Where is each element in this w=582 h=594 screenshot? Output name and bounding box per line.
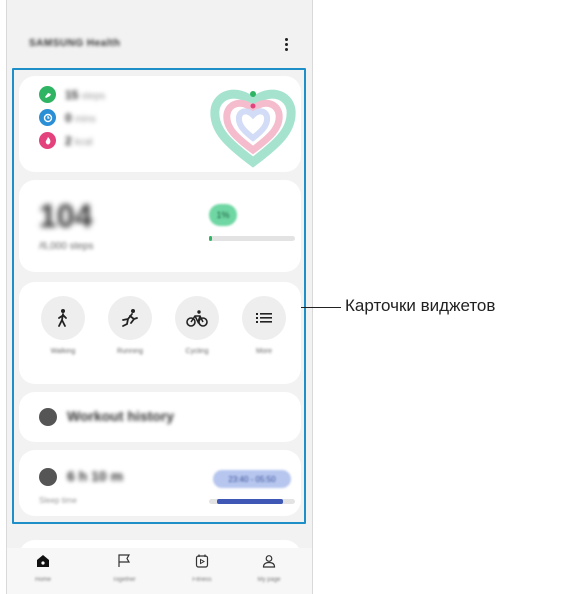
- app-title: SAMSUNG Health: [29, 38, 121, 49]
- nav-label: Together: [112, 577, 136, 583]
- nav-together[interactable]: Together: [94, 552, 154, 583]
- nav-label: My page: [257, 577, 281, 583]
- phone-screen: SAMSUNG Health 15 steps 0 mins 2 kcal 10…: [6, 0, 313, 594]
- flag-icon: [94, 552, 154, 570]
- top-bar: SAMSUNG Health: [7, 30, 312, 60]
- bottom-navigation: Home Together Fitness My page: [7, 548, 312, 594]
- nav-fitness[interactable]: Fitness: [172, 552, 232, 583]
- widget-cards-highlight: [12, 68, 306, 524]
- nav-label: Fitness: [192, 577, 212, 583]
- nav-home[interactable]: Home: [13, 552, 73, 583]
- more-options-icon[interactable]: [279, 34, 293, 54]
- fitness-icon: [172, 552, 232, 570]
- annotation-label: Карточки виджетов: [345, 296, 496, 315]
- nav-label: Home: [34, 577, 51, 583]
- nav-my-page[interactable]: My page: [239, 552, 299, 583]
- person-icon: [239, 552, 299, 570]
- home-icon: [13, 552, 73, 570]
- annotation-leader-line: [301, 307, 341, 308]
